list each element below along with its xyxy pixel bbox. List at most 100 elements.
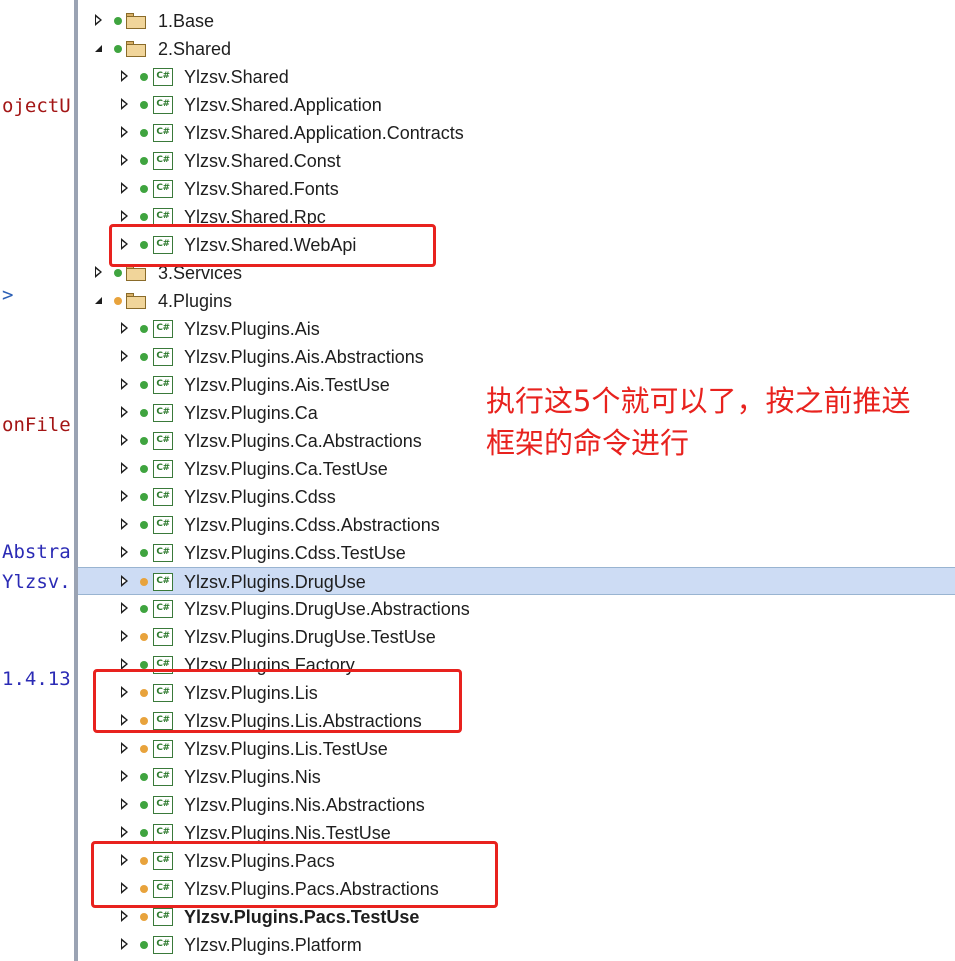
- tree-project[interactable]: C# Ylzsv.Plugins.Nis.TestUse: [78, 819, 955, 847]
- tree-project[interactable]: C# Ylzsv.Shared.Fonts: [78, 175, 955, 203]
- project-label: Ylzsv.Shared.WebApi: [184, 235, 357, 255]
- collapsed-arrow-icon[interactable]: [120, 350, 132, 364]
- code-line: Ylzsv.: [2, 571, 71, 593]
- collapsed-arrow-icon[interactable]: [120, 434, 132, 448]
- collapsed-arrow-icon[interactable]: [120, 575, 132, 589]
- code-line: ojectU: [2, 95, 71, 117]
- tree-project[interactable]: C# Ylzsv.Shared.Application.Contracts: [78, 119, 955, 147]
- tree-project[interactable]: C# Ylzsv.Plugins.Cdss.Abstractions: [78, 511, 955, 539]
- expanded-arrow-icon[interactable]: [94, 42, 106, 56]
- tree-project[interactable]: C# Ylzsv.Plugins.Pacs.TestUse: [78, 903, 955, 931]
- collapsed-arrow-icon[interactable]: [120, 854, 132, 868]
- status-dot-icon: [140, 73, 148, 81]
- collapsed-arrow-icon[interactable]: [120, 742, 132, 756]
- tree-project[interactable]: C# Ylzsv.Plugins.Nis: [78, 763, 955, 791]
- expanded-arrow-icon[interactable]: [94, 294, 106, 308]
- collapsed-arrow-icon[interactable]: [120, 182, 132, 196]
- collapsed-arrow-icon[interactable]: [120, 602, 132, 616]
- tree-folder[interactable]: 1.Base: [78, 7, 955, 35]
- collapsed-arrow-icon[interactable]: [120, 658, 132, 672]
- tree-project[interactable]: C# Ylzsv.Shared.WebApi: [78, 231, 955, 259]
- folder-icon: [126, 265, 146, 281]
- tree-project[interactable]: C# Ylzsv.Plugins.Cdss.TestUse: [78, 539, 955, 567]
- project-label: Ylzsv.Plugins.Pacs.TestUse: [184, 907, 420, 927]
- collapsed-arrow-icon[interactable]: [120, 518, 132, 532]
- csharp-project-icon: C#: [153, 573, 173, 591]
- collapsed-arrow-icon[interactable]: [120, 770, 132, 784]
- status-dot-icon: [140, 857, 148, 865]
- collapsed-arrow-icon[interactable]: [120, 714, 132, 728]
- tree-project[interactable]: C# Ylzsv.Shared.Const: [78, 147, 955, 175]
- csharp-project-icon: C#: [153, 348, 173, 366]
- collapsed-arrow-icon[interactable]: [120, 938, 132, 952]
- tree-folder[interactable]: 4.Plugins: [78, 287, 955, 315]
- collapsed-arrow-icon[interactable]: [120, 406, 132, 420]
- tree-folder[interactable]: 2.Shared: [78, 35, 955, 63]
- project-label: Ylzsv.Shared.Rpc: [184, 207, 326, 227]
- status-dot-icon: [140, 605, 148, 613]
- collapsed-arrow-icon[interactable]: [120, 882, 132, 896]
- collapsed-arrow-icon[interactable]: [120, 126, 132, 140]
- project-label: Ylzsv.Plugins.Cdss.Abstractions: [184, 515, 440, 535]
- tree-project[interactable]: C# Ylzsv.Plugins.Pacs.Abstractions: [78, 875, 955, 903]
- status-dot-icon: [140, 885, 148, 893]
- status-dot-icon: [140, 773, 148, 781]
- collapsed-arrow-icon[interactable]: [120, 70, 132, 84]
- status-dot-icon: [140, 633, 148, 641]
- status-dot-icon: [140, 913, 148, 921]
- project-label: Ylzsv.Plugins.Lis: [184, 683, 318, 703]
- tree-project[interactable]: C# Ylzsv.Plugins.Nis.Abstractions: [78, 791, 955, 819]
- csharp-project-icon: C#: [153, 460, 173, 478]
- collapsed-arrow-icon[interactable]: [120, 462, 132, 476]
- collapsed-arrow-icon[interactable]: [120, 154, 132, 168]
- tree-project[interactable]: C# Ylzsv.Plugins.Pacs: [78, 847, 955, 875]
- csharp-project-icon: C#: [153, 68, 173, 86]
- collapsed-arrow-icon[interactable]: [120, 686, 132, 700]
- collapsed-arrow-icon[interactable]: [120, 322, 132, 336]
- tree-project[interactable]: C# Ylzsv.Plugins.Platform: [78, 931, 955, 959]
- folder-icon: [126, 293, 146, 309]
- status-dot-icon: [140, 325, 148, 333]
- tree-project[interactable]: C# Ylzsv.Plugins.DrugUse: [78, 567, 955, 595]
- status-dot-icon: [140, 353, 148, 361]
- collapsed-arrow-icon[interactable]: [120, 826, 132, 840]
- folder-icon: [126, 41, 146, 57]
- collapsed-arrow-icon[interactable]: [120, 798, 132, 812]
- csharp-project-icon: C#: [153, 796, 173, 814]
- code-line: onFile: [2, 414, 71, 436]
- csharp-project-icon: C#: [153, 152, 173, 170]
- collapsed-arrow-icon[interactable]: [120, 98, 132, 112]
- csharp-project-icon: C#: [153, 684, 173, 702]
- collapsed-arrow-icon[interactable]: [120, 910, 132, 924]
- tree-project[interactable]: C# Ylzsv.Plugins.DrugUse.Abstractions: [78, 595, 955, 623]
- tree-project[interactable]: C# Ylzsv.Plugins.Ais.Abstractions: [78, 343, 955, 371]
- csharp-project-icon: C#: [153, 236, 173, 254]
- project-label: Ylzsv.Plugins.DrugUse: [184, 572, 366, 592]
- csharp-project-icon: C#: [153, 908, 173, 926]
- tree-project[interactable]: C# Ylzsv.Plugins.Lis: [78, 679, 955, 707]
- tree-project[interactable]: C# Ylzsv.Plugins.Cdss: [78, 483, 955, 511]
- collapsed-arrow-icon[interactable]: [120, 546, 132, 560]
- tree-project[interactable]: C# Ylzsv.Plugins.Ais: [78, 315, 955, 343]
- collapsed-arrow-icon[interactable]: [94, 14, 106, 28]
- tree-project[interactable]: C# Ylzsv.Shared.Rpc: [78, 203, 955, 231]
- status-dot-icon: [140, 101, 148, 109]
- status-dot-icon: [140, 129, 148, 137]
- tree-project[interactable]: C# Ylzsv.Shared.Application: [78, 91, 955, 119]
- code-line: 1.4.13: [2, 668, 71, 690]
- tree-project[interactable]: C# Ylzsv.Plugins.Lis.TestUse: [78, 735, 955, 763]
- tree-project[interactable]: C# Ylzsv.Plugins.Factory: [78, 651, 955, 679]
- collapsed-arrow-icon[interactable]: [94, 266, 106, 280]
- project-label: Ylzsv.Plugins.Lis.TestUse: [184, 739, 388, 759]
- tree-project[interactable]: C# Ylzsv.Plugins.Lis.Abstractions: [78, 707, 955, 735]
- collapsed-arrow-icon[interactable]: [120, 490, 132, 504]
- tree-folder[interactable]: 3.Services: [78, 259, 955, 287]
- tree-project[interactable]: C# Ylzsv.Shared: [78, 63, 955, 91]
- code-line: >: [2, 284, 14, 306]
- collapsed-arrow-icon[interactable]: [120, 238, 132, 252]
- csharp-project-icon: C#: [153, 180, 173, 198]
- collapsed-arrow-icon[interactable]: [120, 630, 132, 644]
- collapsed-arrow-icon[interactable]: [120, 378, 132, 392]
- tree-project[interactable]: C# Ylzsv.Plugins.DrugUse.TestUse: [78, 623, 955, 651]
- collapsed-arrow-icon[interactable]: [120, 210, 132, 224]
